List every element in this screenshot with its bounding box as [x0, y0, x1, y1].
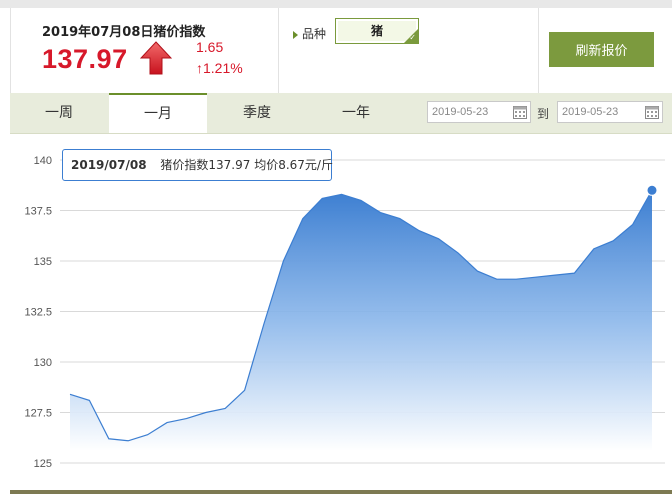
end-date-value: 2019-05-23: [562, 106, 619, 118]
bottom-border: [10, 490, 672, 494]
calendar-icon[interactable]: [645, 105, 659, 119]
pig-price-index-chart[interactable]: 140 137.5 135 132.5 130 127.5 125: [0, 134, 672, 490]
y-tick-label: 140: [34, 155, 52, 167]
index-change: 1.65: [196, 39, 224, 55]
date-range-separator: 到: [537, 107, 550, 121]
check-icon: ✓: [404, 29, 418, 43]
tooltip-text: 猪价指数137.97 均价8.67元/斤: [160, 158, 333, 172]
chart-tooltip: 2019/07/08 猪价指数137.97 均价8.67元/斤: [62, 149, 333, 181]
start-date-value: 2019-05-23: [432, 106, 489, 118]
y-tick-label: 127.5: [24, 408, 52, 420]
index-value: 137.97: [42, 44, 128, 74]
triangle-right-icon: [293, 30, 298, 39]
panel-divider: [538, 8, 539, 93]
series-area: [70, 190, 652, 452]
y-tick-label: 130: [34, 357, 52, 369]
variety-value: 猪: [370, 24, 383, 38]
refresh-price-button[interactable]: 刷新报价: [549, 32, 654, 67]
calendar-icon[interactable]: [513, 105, 527, 119]
variety-label-text: 品种: [302, 27, 327, 41]
tab-quarter[interactable]: 季度: [208, 93, 306, 133]
start-date-input[interactable]: 2019-05-23: [427, 101, 531, 123]
y-tick-label: 125: [34, 458, 52, 470]
data-point-latest: [646, 184, 658, 196]
end-date-input[interactable]: 2019-05-23: [557, 101, 663, 123]
index-title: 2019年07月08日猪价指数: [42, 25, 206, 40]
top-strip: [0, 0, 672, 8]
index-change-percent: ↑1.21%: [196, 60, 243, 76]
variety-select[interactable]: 猪 ✓: [335, 18, 419, 44]
y-tick-label: 135: [34, 256, 52, 268]
tab-month[interactable]: 一月: [109, 93, 207, 133]
tab-year[interactable]: 一年: [307, 93, 405, 133]
tab-week[interactable]: 一周: [10, 93, 108, 133]
variety-label: 品种: [293, 25, 326, 42]
y-tick-label: 132.5: [24, 307, 52, 319]
up-arrow-icon: [140, 41, 172, 75]
tooltip-date: 2019/07/08: [71, 158, 147, 172]
y-tick-label: 137.5: [24, 206, 52, 218]
panel-divider: [278, 8, 279, 93]
